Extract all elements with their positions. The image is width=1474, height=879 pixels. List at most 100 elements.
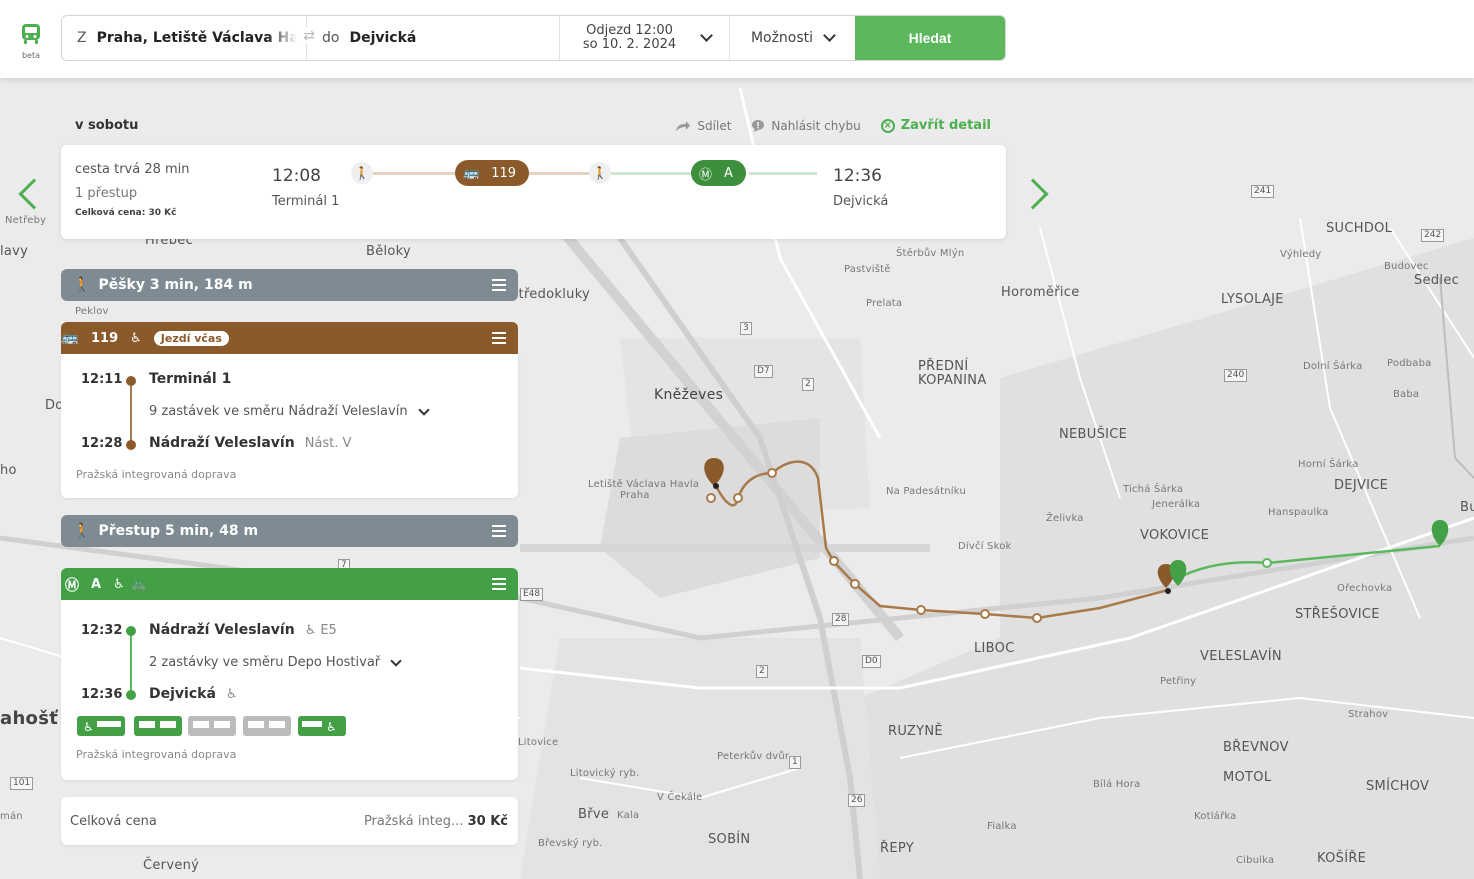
road-241: 241: [1251, 185, 1275, 198]
bus-icon: [22, 24, 40, 44]
wheelchair-icon: ♿: [113, 576, 125, 592]
wheelchair-icon: ♿: [130, 330, 142, 346]
chevron-down-icon: [700, 29, 713, 42]
wheelchair-icon: ♿: [302, 720, 337, 734]
price-amount: 30 Kč: [467, 814, 508, 829]
trip-summary-card[interactable]: cesta trvá 28 min 1 přestup Celková cena…: [61, 145, 1006, 239]
road-e48: E48: [520, 588, 544, 601]
bus-to-stop-wrap: Nádraží Veleslavín Nást. V: [149, 435, 351, 451]
arrive-stop: Dejvická: [833, 194, 889, 209]
map-label-orechovka: Ořechovka: [1337, 583, 1393, 594]
list-icon[interactable]: [492, 525, 506, 540]
road-2: 2: [802, 378, 814, 391]
road-28: 28: [832, 613, 850, 626]
bus-leg-header[interactable]: 🚌 119 ♿ Jezdí včas: [61, 322, 518, 354]
transfer-leg-bar[interactable]: 🚶 Přestup 5 min, 48 m: [61, 515, 518, 547]
metro-from-stop-wrap: Nádraží Veleslavín ♿ E5: [149, 622, 337, 638]
list-icon[interactable]: [492, 279, 506, 294]
map-label-kosire: KOŠÍŘE: [1317, 851, 1367, 866]
road-1: 1: [789, 756, 801, 769]
road-2b: 2: [756, 665, 768, 678]
trip-duration: cesta trvá 28 min: [75, 162, 190, 177]
share-button[interactable]: Sdílet: [675, 119, 731, 133]
bus-stops-toggle[interactable]: 9 zastávek ve směru Nádraží Veleslavín: [149, 403, 430, 419]
list-icon[interactable]: [492, 332, 506, 347]
map-label-knezeves: Kněževes: [654, 387, 724, 403]
detail-header: v sobotu Sdílet Nahlásit chybu × Zavřít …: [75, 118, 991, 134]
map-label-vokovice: VOKOVICE: [1140, 528, 1210, 543]
map-label-bu: Bu: [1460, 500, 1474, 515]
bus-from-stop: Terminál 1: [149, 371, 232, 387]
map-label-man: mán: [0, 811, 23, 822]
map-label-liboc: LIBOC: [974, 641, 1015, 656]
map-label-hostedge: ahošť: [0, 708, 59, 729]
close-detail-button[interactable]: × Zavřít detail: [880, 118, 991, 133]
metro-from-time: 12:32: [81, 623, 123, 638]
search-button[interactable]: Hledat: [855, 16, 1005, 60]
options-dropdown[interactable]: Možnosti: [730, 16, 855, 60]
from-input[interactable]: Praha, Letiště Václava Havla: [97, 30, 297, 46]
bus-line-label: 119: [491, 165, 517, 181]
road-240: 240: [1224, 369, 1248, 382]
to-input[interactable]: Dejvická: [349, 30, 416, 46]
bus-stops-info: 9 zastávek ve směru Nádraží Veleslavín: [149, 404, 408, 419]
map-label-suchdol: SUCHDOL: [1326, 221, 1393, 236]
from-prefix: Z: [77, 30, 87, 46]
report-error-button[interactable]: Nahlásit chybu: [751, 118, 861, 133]
map-label-petriny: Petřiny: [1160, 676, 1197, 687]
road-101: 101: [10, 777, 34, 790]
list-icon[interactable]: [492, 578, 506, 593]
metro-from-stop: Nádraží Veleslavín: [149, 622, 295, 638]
map-label-fialka: Fialka: [987, 821, 1017, 832]
stop-dot: [126, 690, 136, 700]
map-label-horomerice: Horoměřice: [1001, 285, 1080, 300]
metro-to-stop-wrap: Dejvická ♿: [149, 686, 238, 702]
train-car-icon: [193, 721, 230, 728]
bus-icon: 🚌: [61, 330, 79, 346]
trip-timeline: 🚶 🚌 119 🚶 Ⓜ A: [351, 159, 821, 187]
timeline-metro-tail: [749, 172, 817, 175]
stop-dot: [126, 626, 136, 636]
bus-line: 119: [91, 330, 119, 346]
share-icon: [676, 120, 691, 131]
report-label: Nahlásit chybu: [771, 118, 861, 133]
share-label: Sdílet: [697, 118, 732, 133]
walk-icon: 🚶: [73, 523, 91, 539]
timeline-metro-segment: [611, 172, 691, 175]
map-label-sedlec: Sedlec: [1414, 273, 1460, 288]
road-d0: D0: [862, 655, 881, 668]
map-label-vyhledy: Výhledy: [1280, 249, 1322, 260]
price-detail: Pražská integ... 30 Kč: [364, 814, 508, 829]
to-prefix: do: [322, 30, 340, 46]
metro-icon: Ⓜ: [65, 578, 79, 594]
metro-icon: Ⓜ: [699, 167, 713, 183]
route-line: [130, 631, 132, 695]
metro-to-stop: Dejvická: [149, 686, 216, 702]
swap-icon[interactable]: ⇄: [303, 28, 315, 44]
from-field[interactable]: Z Praha, Letiště Václava Havla ⇄: [62, 16, 315, 60]
map-label-hanspaulka: Hanspaulka: [1268, 507, 1329, 518]
map-label-kotlarka: Kotlářka: [1194, 811, 1237, 822]
wagon: [188, 716, 236, 736]
metro-pill: Ⓜ A: [691, 160, 746, 186]
logo[interactable]: beta: [18, 22, 44, 60]
trip-price: Celková cena: 30 Kč: [75, 208, 177, 218]
walk-leg-bar[interactable]: 🚶 Pěšky 3 min, 184 m: [61, 269, 518, 301]
metro-stops-toggle[interactable]: 2 zastávky ve směru Depo Hostivař: [149, 654, 402, 670]
metro-leg-header[interactable]: Ⓜ A ♿ 🚲: [61, 568, 518, 600]
arrive-time: 12:36: [833, 166, 882, 186]
map-label-baba: Baba: [1393, 389, 1420, 400]
walk-icon: 🚶: [351, 162, 373, 184]
map-label-ticha-sarka: Tichá Šárka: [1123, 484, 1184, 495]
bus-operator: Pražská integrovaná doprava: [76, 468, 237, 481]
road-3: 3: [740, 322, 752, 335]
metro-stops-info: 2 zastávky ve směru Depo Hostivař: [149, 655, 381, 670]
departure-time: Odjezd 12:00: [586, 23, 673, 38]
to-field[interactable]: do Dejvická: [307, 16, 560, 60]
map-label-dejvice: DEJVICE: [1334, 478, 1389, 493]
departure-picker[interactable]: Odjezd 12:00 so 10. 2. 2024: [560, 16, 730, 60]
beta-label: beta: [21, 51, 41, 60]
map-label-ho: ho: [0, 463, 17, 478]
map-label-repy: ŘEPY: [880, 841, 914, 856]
wheelchair-icon: ♿: [225, 687, 238, 702]
